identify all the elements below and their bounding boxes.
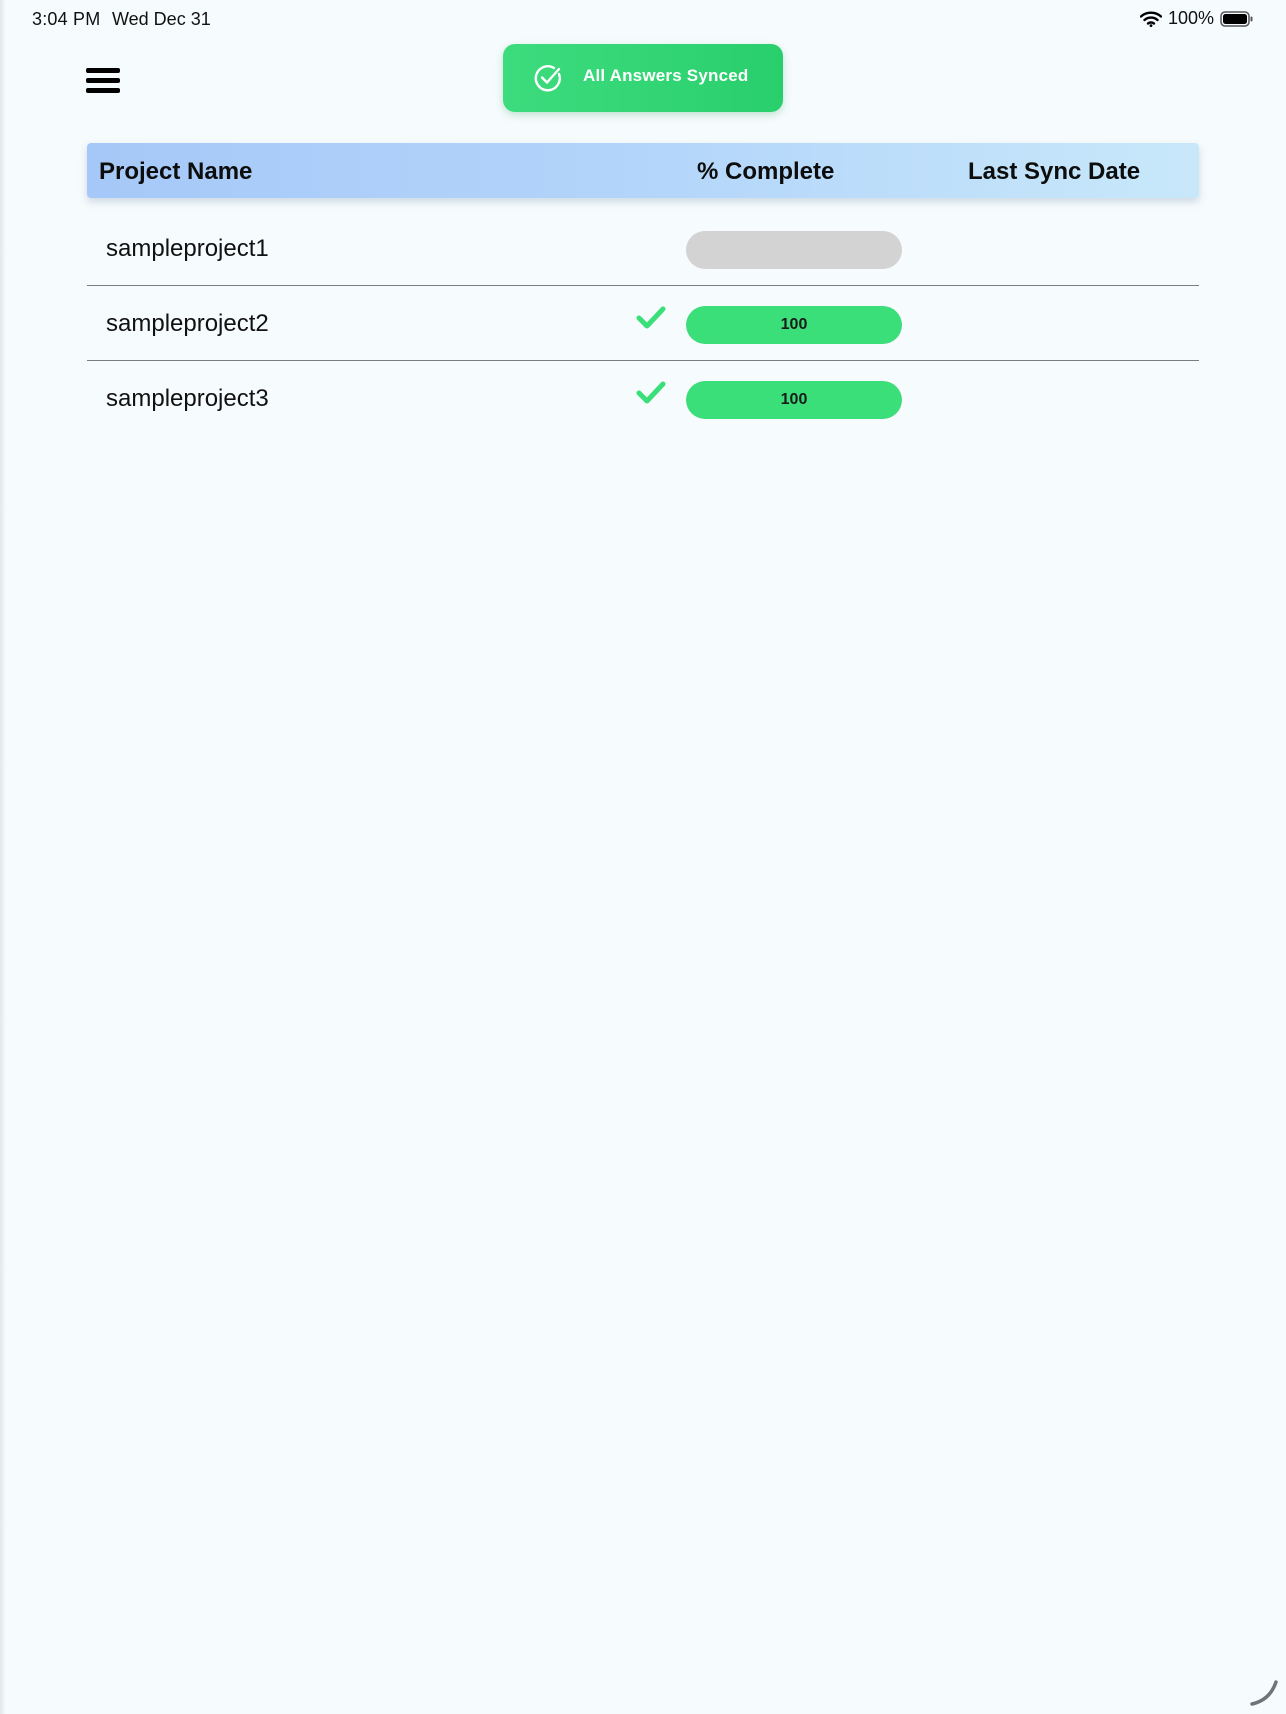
- menu-icon: [86, 78, 120, 83]
- progress-bar: 100: [686, 381, 902, 419]
- sync-status-button[interactable]: All Answers Synced: [503, 44, 783, 112]
- progress-value: 100: [780, 391, 808, 408]
- checkmark-icon: [636, 381, 666, 404]
- battery-icon: [1220, 10, 1253, 27]
- menu-icon: [86, 68, 120, 73]
- project-name: sampleproject2: [106, 310, 269, 337]
- table-row[interactable]: sampleproject3 100: [87, 361, 1199, 436]
- sync-status-label: All Answers Synced: [583, 66, 749, 85]
- status-bar: 3:04 PM Wed Dec 31 100%: [0, 0, 1286, 40]
- project-name: sampleproject3: [106, 385, 269, 412]
- progress-bar: 100: [686, 306, 902, 344]
- progress-bar: [686, 231, 902, 269]
- column-header-project-name: Project Name: [99, 158, 253, 185]
- status-indicators: 100%: [1139, 8, 1254, 29]
- window-edge: [0, 0, 6, 1714]
- progress-value: 100: [780, 316, 808, 333]
- wifi-icon: [1139, 11, 1162, 27]
- battery-percent: 100%: [1167, 8, 1214, 28]
- column-header-percent-complete: % Complete: [697, 158, 835, 185]
- menu-icon: [86, 88, 120, 93]
- menu-button[interactable]: [84, 64, 124, 98]
- status-time: 3:04 PM: [32, 9, 101, 29]
- resize-handle-icon[interactable]: [1248, 1676, 1280, 1708]
- table-header: Project Name % Complete Last Sync Date: [87, 143, 1199, 198]
- circle-check-icon: [534, 65, 561, 92]
- project-name: sampleproject1: [106, 235, 269, 262]
- checkmark-icon: [636, 306, 666, 329]
- column-header-last-sync-date: Last Sync Date: [968, 158, 1141, 185]
- table-row[interactable]: sampleproject1: [87, 211, 1199, 286]
- status-date: Wed Dec 31: [112, 9, 211, 29]
- table-row[interactable]: sampleproject2 100: [87, 286, 1199, 361]
